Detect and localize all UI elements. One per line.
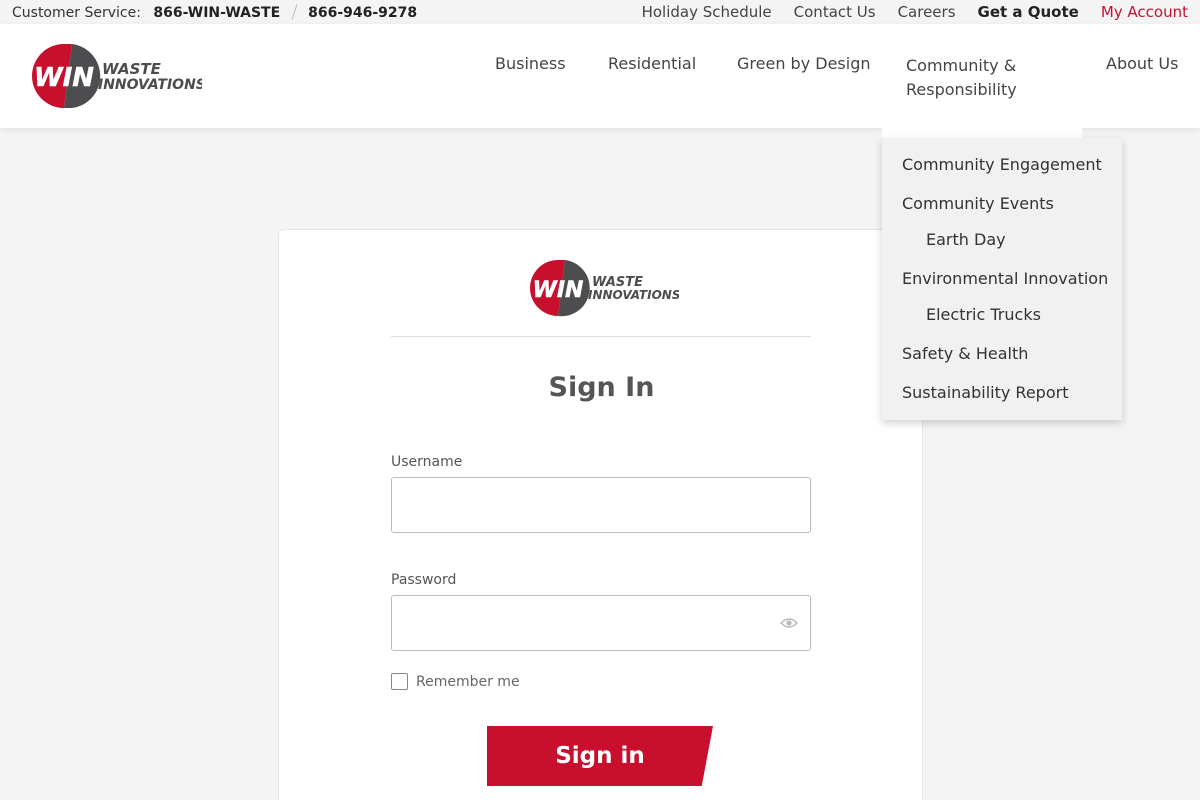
password-field[interactable] xyxy=(391,595,811,651)
nav-community-label: Community & Responsibility xyxy=(906,56,1017,99)
nav-green-by-design[interactable]: Green by Design xyxy=(737,54,871,73)
signin-card: WIN WASTE INNOVATIONS Sign In Username P… xyxy=(278,229,923,800)
nav-business[interactable]: Business xyxy=(495,54,566,73)
remember-me-label: Remember me xyxy=(416,673,520,690)
community-dropdown-menu: Community Engagement Community Events Ea… xyxy=(882,138,1122,420)
card-logo: WIN WASTE INNOVATIONS xyxy=(530,260,679,317)
page-title: Sign In xyxy=(548,372,655,403)
menu-item-community-events[interactable]: Community Events xyxy=(902,194,1054,213)
username-input[interactable] xyxy=(392,478,810,532)
phone-link-2[interactable]: 866-946-9278 xyxy=(308,5,417,21)
menu-item-electric-trucks[interactable]: Electric Trucks xyxy=(926,305,1041,324)
menu-item-earth-day[interactable]: Earth Day xyxy=(926,230,1006,249)
menu-item-safety-health[interactable]: Safety & Health xyxy=(902,344,1028,363)
careers-link[interactable]: Careers xyxy=(898,3,956,21)
remember-me[interactable]: Remember me xyxy=(391,673,520,690)
utility-links: Holiday Schedule Contact Us Careers Get … xyxy=(642,3,1188,21)
svg-text:WIN: WIN xyxy=(34,63,94,93)
remember-me-checkbox[interactable] xyxy=(391,673,408,690)
contact-us-link[interactable]: Contact Us xyxy=(794,3,876,21)
nav-community-responsibility[interactable]: Community & Responsibility xyxy=(882,24,1082,140)
svg-text:WASTE: WASTE xyxy=(102,60,162,78)
svg-text:WIN: WIN xyxy=(533,278,584,303)
password-label: Password xyxy=(391,572,457,588)
customer-service-label: Customer Service: xyxy=(12,5,141,21)
phone-separator xyxy=(291,4,298,20)
my-account-link[interactable]: My Account xyxy=(1101,3,1188,21)
nav-residential[interactable]: Residential xyxy=(608,54,696,73)
site-logo[interactable]: WIN WASTE INNOVATIONS xyxy=(32,44,202,108)
username-field[interactable] xyxy=(391,477,811,533)
customer-service: Customer Service: 866-WIN-WASTE 866-946-… xyxy=(12,4,417,21)
svg-text:INNOVATIONS: INNOVATIONS xyxy=(98,77,202,93)
menu-item-community-engagement[interactable]: Community Engagement xyxy=(902,155,1102,174)
card-divider xyxy=(391,336,811,337)
menu-item-sustainability-report[interactable]: Sustainability Report xyxy=(902,383,1068,402)
show-password-eye-icon[interactable] xyxy=(780,616,798,630)
username-label: Username xyxy=(391,454,463,470)
holiday-schedule-link[interactable]: Holiday Schedule xyxy=(642,3,772,21)
sign-in-button[interactable]: Sign in xyxy=(487,726,713,786)
svg-text:INNOVATIONS: INNOVATIONS xyxy=(588,288,679,302)
utility-bar: Customer Service: 866-WIN-WASTE 866-946-… xyxy=(0,0,1200,24)
phone-link-1[interactable]: 866-WIN-WASTE xyxy=(153,5,280,21)
menu-item-environmental-innovation[interactable]: Environmental Innovation xyxy=(902,269,1108,288)
get-a-quote-link[interactable]: Get a Quote xyxy=(978,3,1079,21)
site-header: WIN WASTE INNOVATIONS Business Residenti… xyxy=(0,24,1200,140)
nav-about-us[interactable]: About Us xyxy=(1106,54,1178,73)
password-input[interactable] xyxy=(392,596,810,650)
